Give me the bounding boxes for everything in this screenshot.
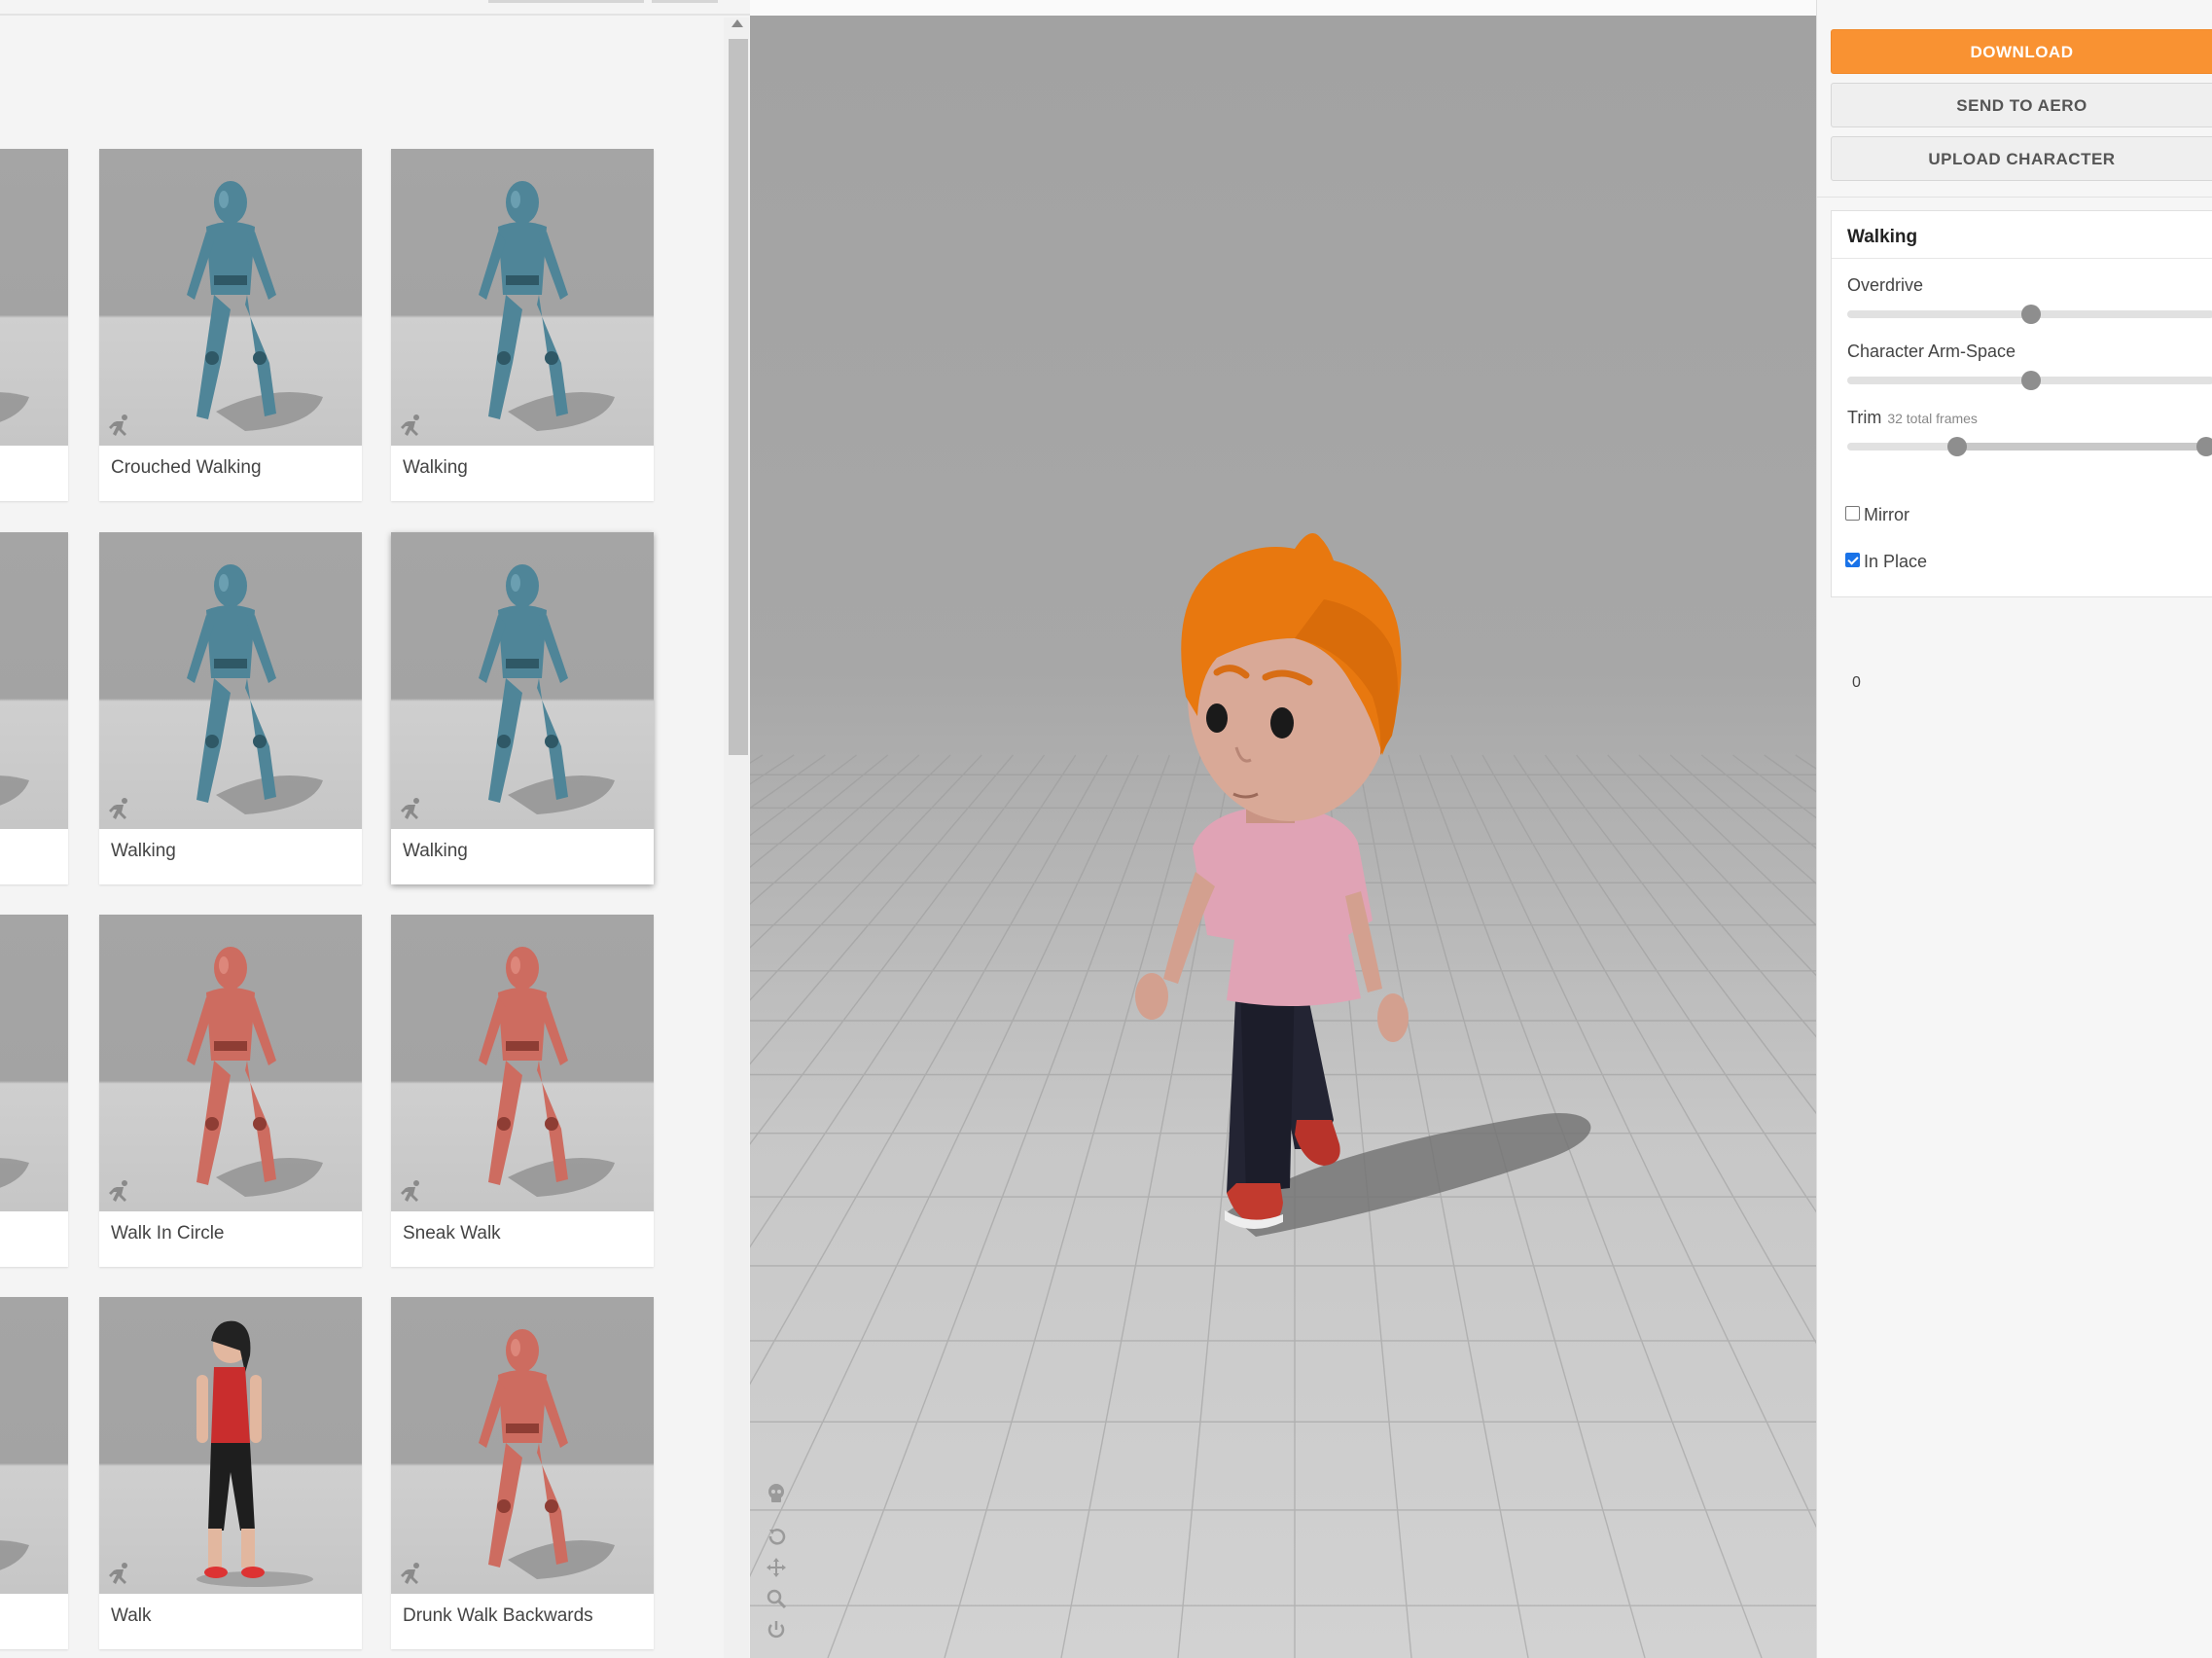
animation-library: Crouched Walking Walking Walking Walking Wal… xyxy=(0,0,750,1658)
arm-space-slider-handle[interactable] xyxy=(2020,371,2041,390)
overdrive-label: Overdrive xyxy=(1847,275,1924,295)
animation-card-label: Crouched Walking xyxy=(111,457,262,478)
power-icon[interactable] xyxy=(766,1619,787,1640)
animation-card[interactable]: Walking xyxy=(391,149,654,501)
animation-card[interactable]: Walking xyxy=(99,532,362,884)
walking-character xyxy=(1135,532,1591,1237)
mirror-checkbox[interactable] xyxy=(1845,506,1860,521)
trim-start-handle[interactable] xyxy=(1947,437,1968,456)
scroll-up-arrow-icon[interactable] xyxy=(731,19,743,27)
arm-space-label: Character Arm-Space xyxy=(1847,342,2016,361)
animation-thumbnail xyxy=(391,915,654,1211)
animation-card-label: Walk In Circle xyxy=(111,1223,225,1244)
overdrive-slider[interactable] xyxy=(1847,305,2212,324)
library-filter-control[interactable] xyxy=(652,0,718,3)
animation-card[interactable] xyxy=(0,915,68,1267)
animation-card-label: Walking xyxy=(403,841,468,861)
animation-thumbnail xyxy=(0,532,68,829)
running-person-icon xyxy=(399,796,426,823)
animation-thumbnail xyxy=(391,532,654,829)
animation-thumbnail xyxy=(99,532,362,829)
animation-thumbnail xyxy=(391,149,654,446)
send-to-aero-button[interactable]: SEND TO AERO xyxy=(1831,83,2212,127)
animation-card-label: Drunk Walk Backwards xyxy=(403,1605,593,1626)
undo-icon[interactable] xyxy=(766,1526,787,1547)
animation-thumbnail xyxy=(0,915,68,1211)
trim-slider-range xyxy=(1957,443,2207,451)
card-divider xyxy=(1832,258,2212,259)
trim-slider[interactable] xyxy=(1847,437,2212,456)
animation-card[interactable]: Walking xyxy=(391,532,654,884)
animation-thumbnail xyxy=(99,149,362,446)
move-icon[interactable] xyxy=(766,1557,787,1578)
skull-icon[interactable] xyxy=(766,1483,787,1504)
mirror-option[interactable]: Mirror xyxy=(1845,505,1909,525)
library-top-divider xyxy=(0,14,750,16)
animation-card[interactable] xyxy=(0,149,68,501)
settings-divider xyxy=(1817,197,2212,198)
settings-panel: DOWNLOAD SEND TO AERO UPLOAD CHARACTER W… xyxy=(1816,0,2212,1658)
running-person-icon xyxy=(107,796,134,823)
animation-thumbnail xyxy=(391,1297,654,1594)
in-place-label: In Place xyxy=(1864,552,1928,571)
animation-card-label: Sneak Walk xyxy=(403,1223,501,1244)
upload-character-button[interactable]: UPLOAD CHARACTER xyxy=(1831,136,2212,181)
viewport-top-strip xyxy=(750,0,1816,16)
animation-card[interactable]: Sneak Walk xyxy=(391,915,654,1267)
trim-label: Trim 32 total frames xyxy=(1847,408,1978,428)
animation-card[interactable] xyxy=(0,1297,68,1649)
running-person-icon xyxy=(399,1178,426,1206)
trim-end-handle[interactable] xyxy=(2196,437,2212,456)
zoom-icon[interactable] xyxy=(766,1588,787,1609)
running-person-icon xyxy=(399,413,426,440)
download-button[interactable]: DOWNLOAD xyxy=(1831,29,2212,74)
mirror-label: Mirror xyxy=(1864,505,1909,524)
animation-title: Walking xyxy=(1847,227,1918,247)
character-viewport[interactable] xyxy=(750,16,1816,1658)
running-person-icon xyxy=(107,1178,134,1206)
animation-thumbnail xyxy=(99,915,362,1211)
animation-thumbnail xyxy=(99,1297,362,1594)
trim-label-text: Trim xyxy=(1847,408,1882,427)
animation-card-label: Walk xyxy=(111,1605,152,1626)
running-person-icon xyxy=(399,1561,426,1588)
animation-thumbnail xyxy=(0,149,68,446)
animation-card[interactable]: Walk xyxy=(99,1297,362,1649)
in-place-option[interactable]: In Place xyxy=(1845,552,1927,572)
animation-card[interactable]: Crouched Walking xyxy=(99,149,362,501)
trim-start-value: 0 xyxy=(1852,674,1861,691)
overdrive-slider-handle[interactable] xyxy=(2020,305,2041,324)
animation-card-label: Walking xyxy=(403,457,468,478)
animation-card[interactable] xyxy=(0,532,68,884)
running-person-icon xyxy=(107,1561,134,1588)
running-person-icon xyxy=(107,413,134,440)
animation-card-label: Walking xyxy=(111,841,176,861)
trim-frames-count: 32 total frames xyxy=(1887,411,1978,426)
animation-card[interactable]: Walk In Circle xyxy=(99,915,362,1267)
in-place-checkbox[interactable] xyxy=(1845,553,1860,567)
arm-space-slider[interactable] xyxy=(1847,371,2212,390)
animation-thumbnail xyxy=(0,1297,68,1594)
animation-card[interactable]: Drunk Walk Backwards xyxy=(391,1297,654,1649)
library-scrollbar-thumb[interactable] xyxy=(729,39,748,755)
library-search-control[interactable] xyxy=(488,0,644,3)
animation-settings-card: Walking Overdrive Character Arm-Space Tr… xyxy=(1831,210,2212,691)
